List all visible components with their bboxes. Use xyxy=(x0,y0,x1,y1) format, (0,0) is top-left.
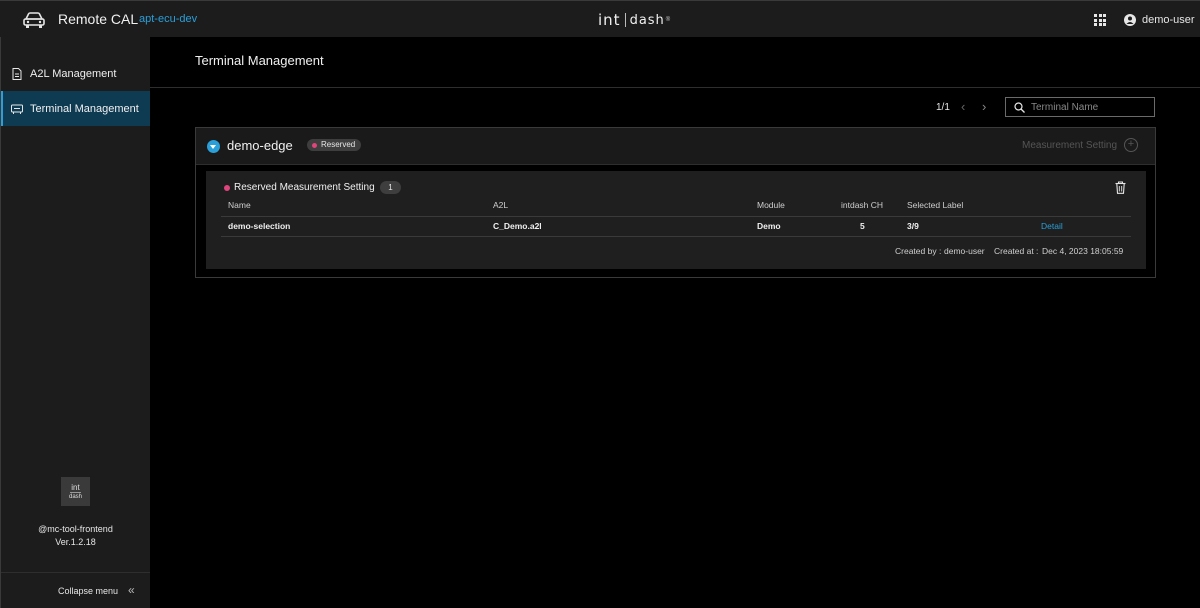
sidebar: A2L Management Terminal Management int d… xyxy=(0,37,150,608)
count-badge: 1 xyxy=(380,181,401,194)
column-header-name: Name xyxy=(228,200,251,210)
pagination-indicator: 1/1 xyxy=(936,102,950,113)
sidebar-item-label: Terminal Management xyxy=(30,102,139,115)
car-icon xyxy=(23,12,45,28)
reserved-dot xyxy=(224,185,230,191)
document-icon xyxy=(12,67,22,80)
created-at-label: Created at : xyxy=(994,246,1039,256)
cell-a2l: C_Demo.a2l xyxy=(493,221,542,231)
cell-name: demo-selection xyxy=(228,221,291,231)
status-label: Reserved xyxy=(321,140,356,149)
reserved-setting-panel: Reserved Measurement Setting 1 Name A2L … xyxy=(206,171,1146,269)
column-header-module: Module xyxy=(757,200,785,210)
apps-grid-icon[interactable] xyxy=(1094,14,1106,26)
brand-logo-dash: dash xyxy=(629,12,665,28)
created-by-value: demo-user xyxy=(944,246,985,256)
plus-circle-icon[interactable]: + xyxy=(1124,138,1138,152)
header-divider xyxy=(150,87,1200,88)
terminal-name: demo-edge xyxy=(227,138,293,153)
page-title: Terminal Management xyxy=(195,53,324,68)
user-icon[interactable] xyxy=(1124,14,1136,26)
terminal-icon xyxy=(11,104,23,114)
brand-logo: int dash ® xyxy=(598,11,670,29)
sidebar-item-terminal-management[interactable]: Terminal Management xyxy=(1,91,150,126)
brand-logo-int: int xyxy=(598,11,621,29)
package-name: @mc-tool-frontend xyxy=(38,524,113,534)
add-measurement-setting-button[interactable]: Measurement Setting xyxy=(1022,140,1117,151)
registered-mark: ® xyxy=(665,17,671,23)
version-label: Ver.1.2.18 xyxy=(55,537,96,547)
created-by-label: Created by : xyxy=(895,246,942,256)
chevron-left-icon[interactable]: ‹ xyxy=(961,99,965,114)
logo-dash: dash xyxy=(68,493,82,500)
app-title: Remote CAL xyxy=(58,11,139,27)
cell-module: Demo xyxy=(757,221,781,231)
brand-logo-separator xyxy=(624,13,626,27)
column-header-selected-label: Selected Label xyxy=(907,200,964,210)
setting-title: Reserved Measurement Setting xyxy=(234,182,375,193)
logo-int: int xyxy=(70,482,81,493)
status-dot xyxy=(312,142,317,148)
collapse-menu-button[interactable]: Collapse menu xyxy=(58,586,118,596)
column-header-intdash-ch: intdash CH xyxy=(841,200,884,210)
trash-icon[interactable] xyxy=(1115,181,1126,194)
column-header-a2l: A2L xyxy=(493,200,509,210)
table-row-divider xyxy=(221,236,1131,237)
chevron-right-icon[interactable]: › xyxy=(982,99,986,114)
top-bar: Remote CAL apt-ecu-dev int dash ® demo-u… xyxy=(0,0,1200,37)
search-icon xyxy=(1014,102,1025,113)
created-at-value: Dec 4, 2023 18:05:59 xyxy=(1042,246,1124,256)
expand-toggle-icon[interactable] xyxy=(207,140,220,153)
terminal-name-search-input[interactable] xyxy=(1031,99,1149,115)
cell-intdash-ch: 5 xyxy=(860,221,865,231)
terminal-card-header: demo-edge Reserved Measurement Setting + xyxy=(196,128,1155,165)
user-name[interactable]: demo-user xyxy=(1142,14,1195,26)
detail-link[interactable]: Detail xyxy=(1041,221,1063,231)
intdash-logo: int dash xyxy=(61,477,90,506)
terminal-card: demo-edge Reserved Measurement Setting +… xyxy=(195,127,1156,278)
sidebar-divider xyxy=(1,572,150,573)
status-badge: Reserved xyxy=(307,139,362,151)
cell-selected-label: 3/9 xyxy=(907,221,919,231)
table-header-divider xyxy=(221,216,1131,217)
environment-label[interactable]: apt-ecu-dev xyxy=(139,13,197,25)
sidebar-item-a2l-management[interactable]: A2L Management xyxy=(1,56,150,91)
double-chevron-left-icon[interactable]: « xyxy=(128,583,135,597)
search-box[interactable] xyxy=(1005,97,1155,117)
sidebar-item-label: A2L Management xyxy=(30,67,117,80)
